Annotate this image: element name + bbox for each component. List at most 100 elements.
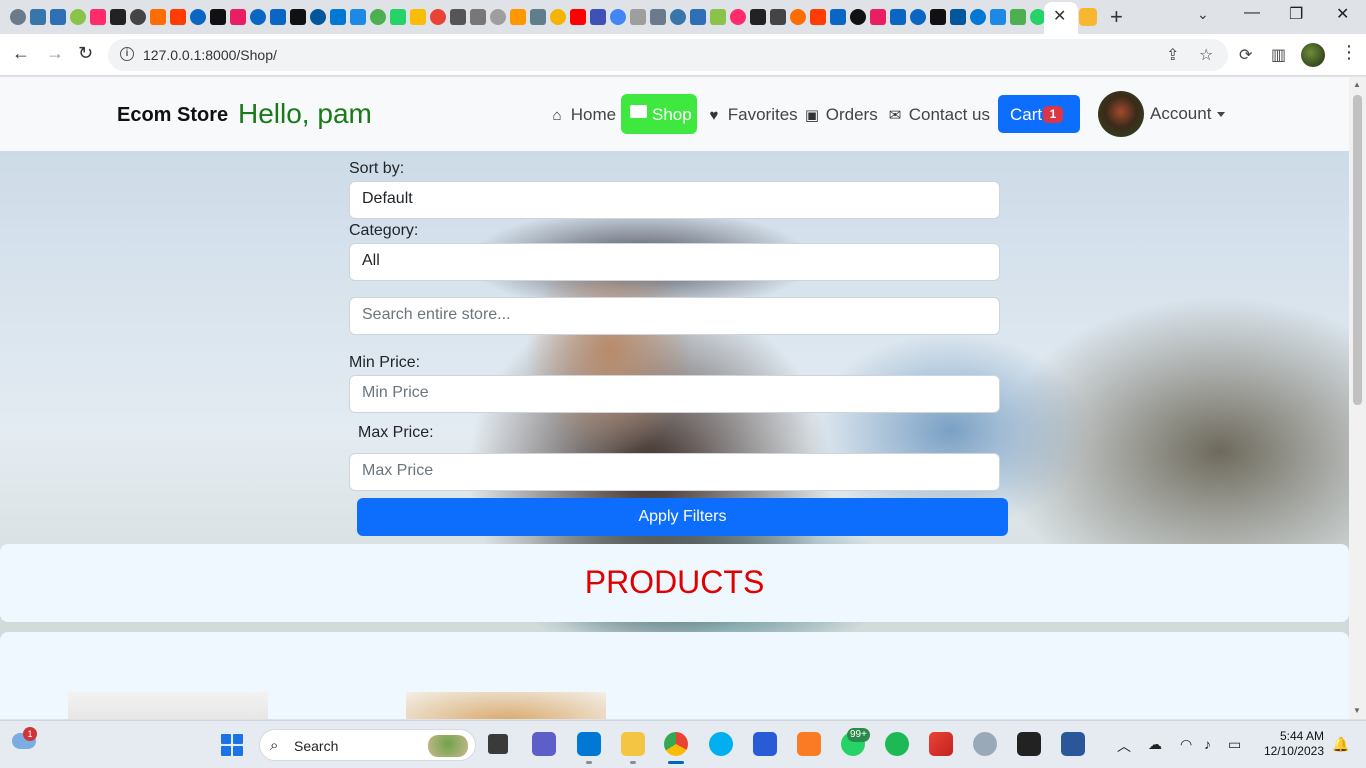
nav-contact[interactable]: ✉ Contact us	[886, 105, 990, 125]
nav-home[interactable]: ⌂ Home	[548, 105, 616, 125]
tab-favicon-icon[interactable]	[970, 9, 986, 25]
tab-favicon-icon[interactable]	[270, 9, 286, 25]
tab-favicon-icon[interactable]	[490, 9, 506, 25]
apply-filters-button[interactable]: Apply Filters	[357, 498, 1008, 536]
tab-favicon-icon[interactable]	[330, 9, 346, 25]
tab-favicon-icon[interactable]	[170, 9, 186, 25]
nav-favorites[interactable]: ♥ Favorites	[705, 105, 798, 125]
spotify-icon[interactable]	[885, 732, 909, 756]
tab-favicon-icon[interactable]	[870, 9, 886, 25]
minimize-icon[interactable]: —	[1244, 4, 1260, 22]
tab-favicon-icon[interactable]	[930, 9, 946, 25]
tab-favicon-icon[interactable]	[210, 9, 226, 25]
profile-avatar[interactable]	[1301, 43, 1325, 67]
skype-icon[interactable]	[709, 732, 733, 756]
tab-favicon-icon[interactable]	[50, 9, 66, 25]
start-button[interactable]	[221, 734, 243, 756]
tab-favicon-icon[interactable]	[310, 9, 326, 25]
chrome-icon[interactable]	[664, 732, 688, 756]
account-dropdown[interactable]: Account	[1150, 104, 1226, 124]
wifi-icon[interactable]: ◠	[1180, 736, 1192, 753]
star-tab-icon[interactable]	[1079, 8, 1097, 26]
tray-chevron-icon[interactable]: ︿	[1117, 736, 1131, 756]
address-bar[interactable]: i 127.0.0.1:8000/Shop/ ⇪ ☆	[108, 39, 1228, 71]
tab-favicon-icon[interactable]	[30, 9, 46, 25]
bookmark-star-icon[interactable]: ☆	[1199, 45, 1213, 65]
tab-favicon-icon[interactable]	[130, 9, 146, 25]
tab-favicon-icon[interactable]	[990, 9, 1006, 25]
tab-favicon-icon[interactable]	[510, 9, 526, 25]
back-icon[interactable]: ←	[12, 43, 30, 64]
taskbar-search[interactable]: ⌕ Search	[259, 729, 476, 761]
tab-favicon-icon[interactable]	[390, 9, 406, 25]
reload-icon[interactable]: ↻	[78, 43, 93, 64]
tab-favicon-icon[interactable]	[750, 9, 766, 25]
tab-favicon-icon[interactable]	[90, 9, 106, 25]
tab-favicon-icon[interactable]	[610, 9, 626, 25]
tab-favicon-icon[interactable]	[150, 9, 166, 25]
settings-gear-icon[interactable]	[973, 732, 997, 756]
tab-favicon-icon[interactable]	[450, 9, 466, 25]
tab-favicon-icon[interactable]	[650, 9, 666, 25]
tab-favicon-icon[interactable]	[230, 9, 246, 25]
tab-favicon-icon[interactable]	[570, 9, 586, 25]
brand-logo[interactable]: Ecom Store	[117, 104, 228, 127]
battery-icon[interactable]: ▭	[1228, 736, 1241, 753]
tab-favicon-icon[interactable]	[790, 9, 806, 25]
scroll-thumb[interactable]	[1353, 95, 1362, 405]
tab-favicon-icon[interactable]	[710, 9, 726, 25]
side-panel-icon[interactable]: ▥	[1271, 45, 1286, 65]
tab-favicon-icon[interactable]	[590, 9, 606, 25]
tab-search-chevron-icon[interactable]: ⌄	[1197, 6, 1209, 23]
user-avatar[interactable]	[1098, 91, 1144, 137]
site-info-icon[interactable]: i	[120, 47, 134, 61]
max-price-input[interactable]: Max Price	[349, 453, 1000, 491]
tab-favicon-icon[interactable]	[370, 9, 386, 25]
gmail-icon[interactable]	[929, 732, 953, 756]
tab-favicon-icon[interactable]	[290, 9, 306, 25]
tab-favicon-icon[interactable]	[190, 9, 206, 25]
window-close-icon[interactable]: ✕	[1336, 4, 1349, 24]
tab-close-icon[interactable]: ✕	[1053, 6, 1066, 26]
tab-favicon-icon[interactable]	[10, 9, 26, 25]
cloud-offline-icon[interactable]: ☁	[1148, 736, 1162, 753]
tab-favicon-icon[interactable]	[810, 9, 826, 25]
tab-favicon-icon[interactable]	[830, 9, 846, 25]
sort-select[interactable]: Default	[349, 181, 1000, 219]
notification-bell-icon[interactable]: 🔔	[1332, 736, 1349, 753]
tab-favicon-icon[interactable]	[850, 9, 866, 25]
store-app-icon[interactable]	[753, 732, 777, 756]
new-tab-button[interactable]: +	[1110, 4, 1123, 30]
restore-icon[interactable]: ❐	[1289, 4, 1303, 24]
nav-orders[interactable]: ▣ Orders	[803, 105, 878, 125]
word-icon[interactable]	[1061, 732, 1085, 756]
tab-favicon-icon[interactable]	[730, 9, 746, 25]
volume-icon[interactable]: ♪	[1204, 736, 1211, 752]
product-image[interactable]	[68, 692, 268, 719]
nav-shop[interactable]: Shop	[621, 94, 697, 134]
teams-icon[interactable]	[532, 732, 556, 756]
forward-icon[interactable]: →	[46, 43, 64, 64]
tab-favicon-icon[interactable]	[630, 9, 646, 25]
url-text[interactable]: 127.0.0.1:8000/Shop/	[143, 47, 277, 63]
share-icon[interactable]: ⇪	[1166, 45, 1179, 65]
product-image[interactable]	[406, 692, 606, 719]
extension-icon[interactable]: ⟳	[1239, 45, 1252, 65]
cart-button[interactable]: Cart 1	[998, 95, 1080, 133]
page-scrollbar[interactable]: ▲ ▼	[1349, 77, 1366, 719]
tab-favicon-icon[interactable]	[410, 9, 426, 25]
tab-favicon-icon[interactable]	[690, 9, 706, 25]
tab-favicon-icon[interactable]	[950, 9, 966, 25]
task-view-icon[interactable]	[488, 734, 508, 754]
vscode-icon[interactable]	[577, 732, 601, 756]
tab-favicon-icon[interactable]	[1010, 9, 1026, 25]
xampp-icon[interactable]	[797, 732, 821, 756]
tab-favicon-icon[interactable]	[250, 9, 266, 25]
search-input[interactable]: Search entire store...	[349, 297, 1000, 335]
tab-favicon-icon[interactable]	[110, 9, 126, 25]
min-price-input[interactable]: Min Price	[349, 375, 1000, 413]
chrome-menu-icon[interactable]: ⋮	[1340, 42, 1358, 63]
terminal-icon[interactable]	[1017, 732, 1041, 756]
scroll-down-icon[interactable]: ▼	[1353, 706, 1361, 715]
tab-favicon-icon[interactable]	[430, 9, 446, 25]
